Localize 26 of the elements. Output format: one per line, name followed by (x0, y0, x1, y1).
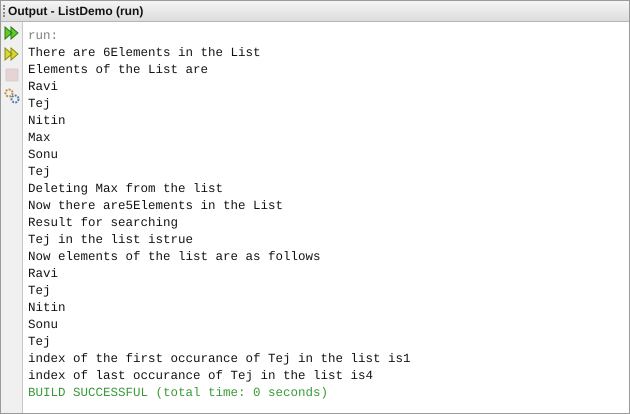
output-line: Tej (28, 334, 52, 351)
output-line: index of last occurance of Tej in the list is4 (28, 368, 374, 385)
output-line: Nitin (28, 113, 67, 130)
window-title: Output - ListDemo (run) (8, 3, 144, 20)
output-line: Now there are5Elements in the List (28, 198, 284, 215)
output-line: index of the first occurance of Tej in the list is1 (28, 351, 412, 368)
output-line: Tej in the list istrue (28, 232, 194, 249)
output-line: Nitin (28, 300, 67, 317)
output-line: Tej (28, 96, 52, 113)
output-line: Sonu (28, 147, 60, 164)
settings-icon[interactable] (2, 87, 20, 105)
output-line: Deleting Max from the list (28, 181, 224, 198)
output-line: Ravi (28, 79, 60, 96)
output-line: Now elements of the list are as follows (28, 249, 322, 266)
output-line: Sonu (28, 317, 60, 334)
output-line: run: (28, 28, 60, 45)
output-line: Tej (28, 283, 52, 300)
output-line: Ravi (28, 266, 60, 283)
output-line: Result for searching (28, 215, 180, 232)
output-line: Elements of the List are (28, 62, 210, 79)
rerun-icon[interactable] (2, 45, 20, 63)
build-status-line: BUILD SUCCESSFUL (total time: 0 seconds) (28, 385, 330, 402)
output-line: There are 6Elements in the List (28, 45, 262, 62)
rerun-icon[interactable] (2, 24, 20, 42)
output-line: Max (28, 130, 52, 147)
output-line: Tej (28, 164, 52, 181)
